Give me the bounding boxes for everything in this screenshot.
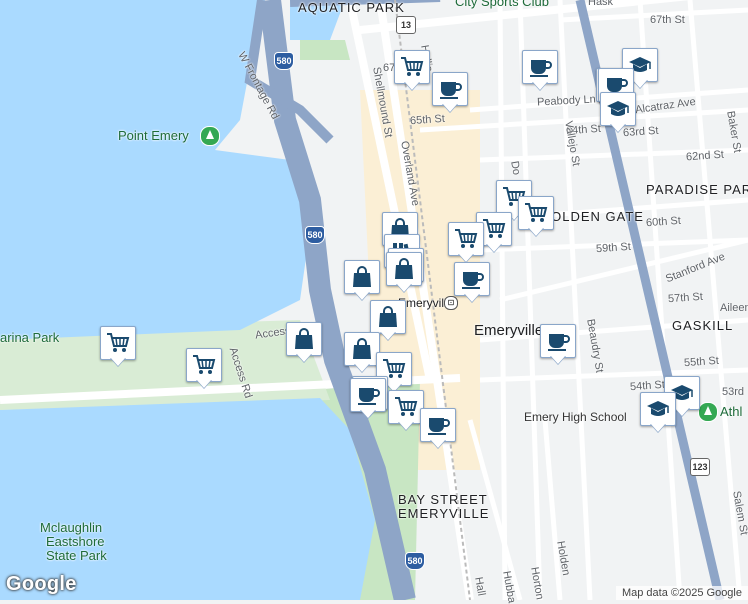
graduation-cap-marker[interactable] [640, 392, 676, 436]
i580-shield-south: 580 [405, 552, 425, 570]
coffee-cup-marker[interactable] [522, 50, 558, 94]
coffee-cup-marker[interactable] [454, 262, 490, 306]
coffee-cup-marker[interactable] [350, 378, 386, 422]
coffee-cup-icon [358, 388, 380, 405]
map-attribution[interactable]: Map data ©2025 Google [615, 586, 748, 600]
marker-pointer [196, 379, 212, 388]
marker-pointer [610, 123, 626, 132]
shopping-cart-marker[interactable] [448, 222, 484, 266]
park-pin-icon [200, 126, 220, 146]
coffee-cup-icon [548, 334, 570, 351]
shopping-bag-marker[interactable] [344, 260, 380, 304]
coffee-cup-icon [530, 60, 552, 77]
marker-pointer [486, 243, 502, 252]
marker-pointer [632, 79, 648, 88]
marker-pointer [650, 423, 666, 432]
marker-pointer [442, 103, 458, 112]
shopping-cart-marker[interactable] [518, 196, 554, 240]
graduation-cap-icon [607, 101, 629, 116]
shopping-cart-icon [395, 397, 418, 416]
marker-pointer [674, 407, 690, 416]
athletic-pin-icon [698, 402, 718, 422]
shopping-cart-icon [483, 219, 506, 238]
i580-shield-mid: 580 [305, 226, 325, 244]
coffee-cup-icon [462, 272, 484, 289]
google-logo: Google [6, 573, 77, 595]
marker-pointer [458, 253, 474, 262]
shopping-cart-marker[interactable] [186, 348, 222, 392]
shopping-cart-icon [401, 57, 424, 76]
shopping-cart-marker[interactable] [100, 326, 136, 370]
coffee-cup-marker[interactable] [420, 408, 456, 452]
marker-pointer [528, 227, 544, 236]
i580-shield-north: 580 [274, 52, 294, 70]
marker-pointer [110, 357, 126, 366]
marker-pointer [296, 353, 312, 362]
coffee-cup-marker[interactable] [432, 72, 468, 116]
shopping-cart-icon [193, 355, 216, 374]
marker-pointer [354, 291, 370, 300]
coffee-cup-icon [440, 82, 462, 99]
marker-pointer [430, 439, 446, 448]
shopping-cart-icon [455, 229, 478, 248]
marker-pointer [396, 283, 412, 292]
route-123-shield: 123 [690, 458, 710, 476]
marker-pointer [550, 355, 566, 364]
shopping-cart-marker[interactable] [388, 390, 424, 434]
shopping-bag-icon [353, 338, 371, 359]
shopping-cart-marker[interactable] [394, 50, 430, 94]
graduation-cap-icon [647, 401, 669, 416]
coffee-cup-marker[interactable] [540, 324, 576, 368]
shopping-cart-icon [525, 203, 548, 222]
marker-pointer [360, 409, 376, 418]
marker-pointer [532, 81, 548, 90]
shopping-bag-icon [395, 258, 413, 279]
shopping-bag-icon [379, 306, 397, 327]
shopping-bag-icon [295, 328, 313, 349]
shopping-bag-icon [353, 266, 371, 287]
shopping-bag-marker[interactable] [286, 322, 322, 366]
marker-pointer [404, 81, 420, 90]
route-13-shield: 13 [396, 16, 416, 34]
marker-pointer [464, 293, 480, 302]
marker-pointer [380, 331, 396, 340]
shopping-bag-marker[interactable] [386, 252, 422, 296]
shopping-cart-icon [107, 333, 130, 352]
graduation-cap-marker[interactable] [600, 92, 636, 136]
marker-pointer [354, 363, 370, 372]
marker-pointer [398, 421, 414, 430]
coffee-cup-icon [428, 418, 450, 435]
shopping-bag-marker[interactable] [344, 332, 380, 376]
